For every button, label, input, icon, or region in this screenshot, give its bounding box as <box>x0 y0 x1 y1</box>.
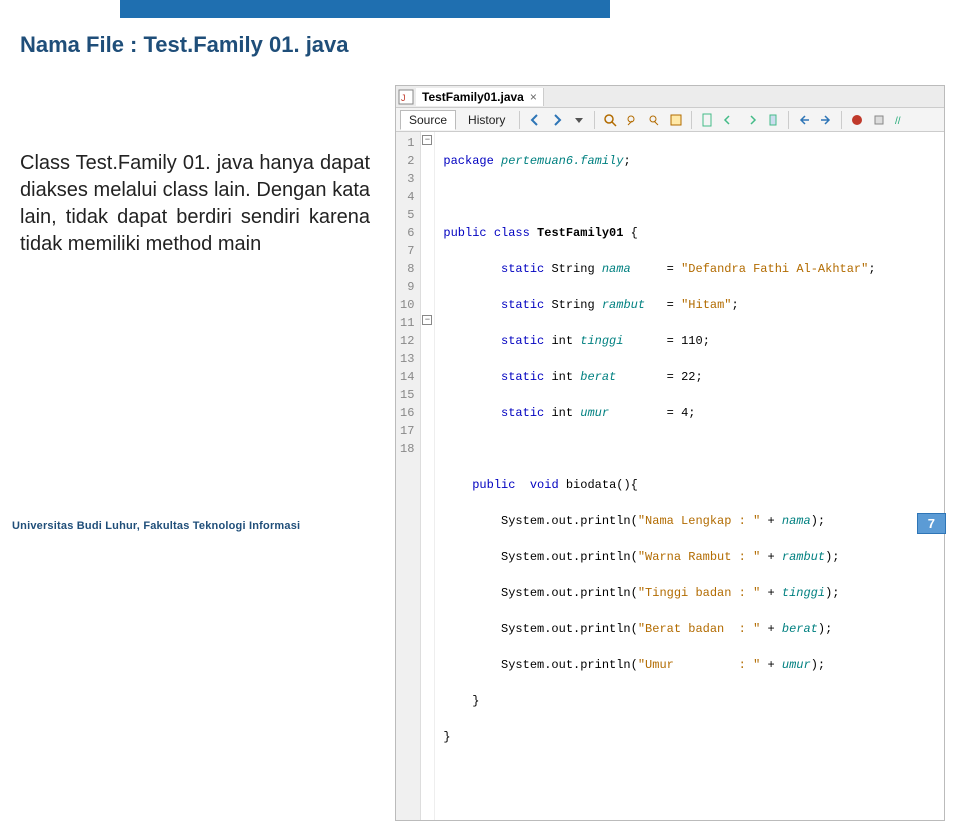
code-editor[interactable]: 123456789 101112131415161718 − − package… <box>396 132 944 820</box>
svg-text:J: J <box>401 93 406 103</box>
file-tab-label: TestFamily01.java <box>422 90 524 104</box>
divider <box>788 111 789 129</box>
next-bookmark-icon[interactable] <box>742 111 760 129</box>
bookmark-icon[interactable] <box>698 111 716 129</box>
fold-icon[interactable]: − <box>422 135 432 145</box>
line-number-gutter: 123456789 101112131415161718 <box>396 132 421 820</box>
nav-back-icon[interactable] <box>526 111 544 129</box>
comment-icon[interactable]: // <box>892 111 910 129</box>
find-next-icon[interactable] <box>645 111 663 129</box>
divider <box>594 111 595 129</box>
ide-screenshot: J TestFamily01.java × Source History // <box>395 85 945 821</box>
footer-text: Universitas Budi Luhur, Fakultas Teknolo… <box>12 520 300 532</box>
page-title: Nama File : Test.Family 01. java <box>20 32 349 58</box>
find-icon[interactable] <box>601 111 619 129</box>
close-icon[interactable]: × <box>530 90 537 104</box>
java-file-icon: J <box>398 89 414 105</box>
prev-bookmark-icon[interactable] <box>720 111 738 129</box>
divider <box>841 111 842 129</box>
divider <box>519 111 520 129</box>
page-number: 7 <box>917 513 946 534</box>
svg-text://: // <box>895 116 901 127</box>
body-paragraph: Class Test.Family 01. java hanya dapat d… <box>20 150 370 258</box>
file-tab[interactable]: TestFamily01.java × <box>416 88 544 106</box>
highlight-icon[interactable] <box>667 111 685 129</box>
record-macro-icon[interactable] <box>848 111 866 129</box>
tab-source[interactable]: Source <box>400 110 456 130</box>
fold-gutter: − − <box>421 132 435 820</box>
find-prev-icon[interactable] <box>623 111 641 129</box>
ide-toolbar: Source History // <box>396 108 944 132</box>
toggle-bookmark-icon[interactable] <box>764 111 782 129</box>
ide-tab-bar: J TestFamily01.java × <box>396 86 944 108</box>
fold-icon[interactable]: − <box>422 315 432 325</box>
dropdown-icon[interactable] <box>570 111 588 129</box>
code-content: package pertemuan6.family; public class … <box>435 132 944 820</box>
nav-forward-icon[interactable] <box>548 111 566 129</box>
accent-bar <box>120 0 610 18</box>
stop-macro-icon[interactable] <box>870 111 888 129</box>
shift-right-icon[interactable] <box>817 111 835 129</box>
shift-left-icon[interactable] <box>795 111 813 129</box>
tab-history[interactable]: History <box>460 111 513 129</box>
divider <box>691 111 692 129</box>
